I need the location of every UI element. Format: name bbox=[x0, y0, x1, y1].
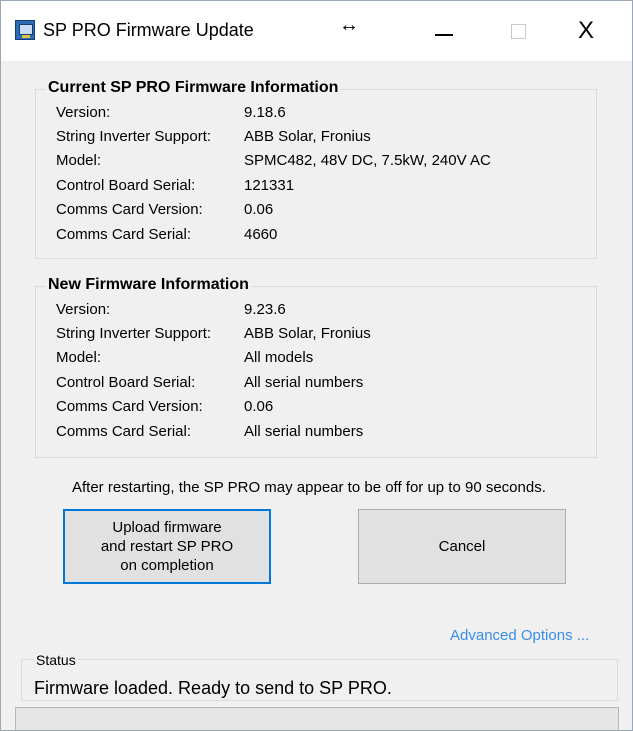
field-value: 9.23.6 bbox=[244, 301, 286, 318]
field-value: 121331 bbox=[244, 177, 295, 194]
new-comms-serial-row: Comms Card Serial: All serial numbers bbox=[56, 423, 596, 447]
field-value: SPMC482, 48V DC, 7.5kW, 240V AC bbox=[244, 152, 491, 169]
cancel-button[interactable]: Cancel bbox=[358, 509, 566, 584]
current-firmware-heading: Current SP PRO Firmware Information bbox=[46, 79, 341, 97]
firmware-update-window: SP PRO Firmware Update ↔ X Current SP PR… bbox=[0, 0, 633, 731]
field-value: All serial numbers bbox=[244, 423, 364, 440]
new-firmware-heading: New Firmware Information bbox=[46, 276, 251, 294]
status-text: Firmware loaded. Ready to send to SP PRO… bbox=[34, 678, 392, 698]
current-inverter-support-row: String Inverter Support: ABB Solar, Fron… bbox=[56, 128, 596, 152]
title-bar[interactable]: SP PRO Firmware Update ↔ X bbox=[1, 1, 632, 61]
field-label: String Inverter Support: bbox=[56, 325, 212, 342]
field-value: 0.06 bbox=[244, 201, 274, 218]
upload-button-label: Upload firmware and restart SP PRO on co… bbox=[101, 518, 233, 575]
field-value: ABB Solar, Fronius bbox=[244, 325, 371, 342]
field-value: All models bbox=[244, 349, 314, 366]
upload-label-line: and restart SP PRO bbox=[100, 538, 234, 555]
current-firmware-group: Current SP PRO Firmware Information Vers… bbox=[35, 79, 597, 259]
field-label: Model: bbox=[56, 152, 102, 169]
upload-firmware-button[interactable]: Upload firmware and restart SP PRO on co… bbox=[63, 509, 271, 584]
advanced-options-link[interactable]: Advanced Options ... bbox=[450, 627, 589, 644]
new-inverter-support-row: String Inverter Support: ABB Solar, Fron… bbox=[56, 325, 596, 349]
window-title: SP PRO Firmware Update bbox=[43, 20, 254, 40]
field-value: 9.18.6 bbox=[244, 104, 286, 121]
field-label: Version: bbox=[56, 104, 111, 121]
field-value: ABB Solar, Fronius bbox=[244, 128, 371, 145]
new-model-row: Model: All models bbox=[56, 349, 596, 373]
field-value: All serial numbers bbox=[244, 374, 364, 391]
current-comms-serial-row: Comms Card Serial: 4660 bbox=[56, 226, 596, 250]
field-label: Control Board Serial: bbox=[56, 374, 196, 391]
new-firmware-group: New Firmware Information Version: 9.23.6… bbox=[35, 276, 597, 458]
new-version-row: Version: 9.23.6 bbox=[56, 301, 596, 325]
upload-label-line: on completion bbox=[120, 557, 214, 574]
app-icon bbox=[15, 20, 35, 40]
field-value: 4660 bbox=[244, 226, 278, 243]
minimize-icon bbox=[435, 34, 453, 36]
current-board-serial-row: Control Board Serial: 121331 bbox=[56, 177, 596, 201]
field-label: Comms Card Serial: bbox=[56, 226, 192, 243]
field-label: Comms Card Serial: bbox=[56, 423, 192, 440]
new-comms-version-row: Comms Card Version: 0.06 bbox=[56, 398, 596, 422]
current-model-row: Model: SPMC482, 48V DC, 7.5kW, 240V AC bbox=[56, 152, 596, 176]
field-label: Comms Card Version: bbox=[56, 398, 203, 415]
field-label: String Inverter Support: bbox=[56, 128, 212, 145]
progress-bar bbox=[15, 707, 619, 730]
restart-notice: After restarting, the SP PRO may appear … bbox=[72, 479, 546, 496]
field-label: Comms Card Version: bbox=[56, 201, 203, 218]
maximize-icon bbox=[511, 24, 526, 39]
maximize-button bbox=[494, 12, 538, 50]
field-label: Model: bbox=[56, 349, 102, 366]
field-value: 0.06 bbox=[244, 398, 274, 415]
resize-icon[interactable]: ↔ bbox=[339, 14, 359, 37]
current-version-row: Version: 9.18.6 bbox=[56, 104, 596, 128]
field-label: Control Board Serial: bbox=[56, 177, 196, 194]
field-label: Version: bbox=[56, 301, 111, 318]
status-group: Status Firmware loaded. Ready to send to… bbox=[21, 652, 618, 701]
close-icon: X bbox=[577, 17, 594, 44]
close-button[interactable]: X bbox=[564, 12, 608, 50]
upload-label-line: Upload firmware bbox=[112, 519, 222, 536]
status-label: Status bbox=[34, 652, 78, 668]
current-comms-version-row: Comms Card Version: 0.06 bbox=[56, 201, 596, 225]
new-board-serial-row: Control Board Serial: All serial numbers bbox=[56, 374, 596, 398]
minimize-button[interactable] bbox=[421, 12, 465, 50]
